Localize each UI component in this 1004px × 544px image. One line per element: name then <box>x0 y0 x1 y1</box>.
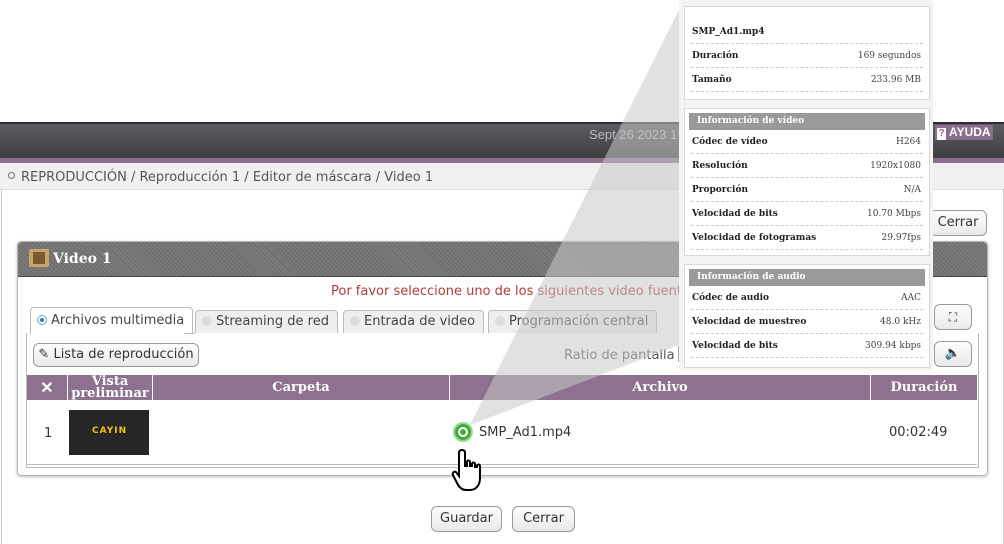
info-key: Tamaño <box>692 75 732 85</box>
info-key: Velocidad de bits <box>692 209 778 219</box>
close-x-icon: ✕ <box>40 378 54 397</box>
file-table-header: ✕ Vista preliminar Carpeta Archivo Durac… <box>27 375 977 401</box>
tab-radio-icon <box>495 316 505 326</box>
info-row: Velocidad de bits 309.94 kbps <box>691 334 923 358</box>
info-row: Resolución 1920x1080 <box>691 154 923 178</box>
file-name-row: SMP_Ad1.mp4 <box>691 7 923 44</box>
info-key: Velocidad de fotogramas <box>692 233 817 243</box>
row-file: SMP_Ad1.mp4 <box>479 425 572 440</box>
column-file: Archivo <box>450 375 871 400</box>
info-row: Proporción N/A <box>691 178 923 202</box>
info-row: Velocidad de fotogramas 29.97fps <box>691 226 923 250</box>
info-key: Códec de audio <box>692 293 770 303</box>
column-folder: Carpeta <box>153 375 450 400</box>
info-row: Duración 169 segundos <box>691 44 923 68</box>
film-icon <box>29 249 49 267</box>
selection-notice: Por favor seleccione uno de los siguient… <box>331 284 701 299</box>
file-info-popup: SMP_Ad1.mp4 Duración 169 segundos Tamaño 2… <box>679 0 933 370</box>
info-row: Códec de audio AAC <box>691 286 923 310</box>
playlist-button[interactable]: ✎ Lista de reproducción <box>33 343 199 367</box>
tab-label: Archivos multimedia <box>51 313 185 328</box>
info-value: 169 segundos <box>857 51 921 61</box>
info-key: Códec de vídeo <box>692 137 768 147</box>
thumbnail-logo: CAYIN <box>92 426 128 436</box>
playlist-label: Lista de reproducción <box>53 347 194 362</box>
table-row[interactable]: 1 SMP_Ad1.mp4 00:02:49 <box>27 400 977 464</box>
selected-status-icon[interactable] <box>453 422 473 442</box>
row-duration: 00:02:49 <box>889 425 948 440</box>
info-row: Códec de vídeo H264 <box>691 130 923 154</box>
file-general-card: SMP_Ad1.mp4 Duración 169 segundos Tamaño 2… <box>684 6 930 100</box>
row-index: 1 <box>44 426 53 441</box>
column-duration: Duración <box>890 380 958 395</box>
tab-radio-icon <box>37 315 47 325</box>
info-row: Velocidad de muestreo 48.0 kHz <box>691 310 923 334</box>
info-value: N/A <box>903 185 921 195</box>
tab-archivos-multimedia[interactable]: Archivos multimedia <box>30 307 194 334</box>
info-value: 10.70 Mbps <box>867 209 921 219</box>
row-divider <box>27 464 977 465</box>
help-label: AYUDA <box>949 125 991 139</box>
info-key: Velocidad de bits <box>692 341 778 351</box>
breadcrumb-bullet-icon <box>8 172 15 179</box>
video-thumbnail[interactable]: CAYIN <box>69 410 149 455</box>
panel-title: Video 1 <box>53 251 112 267</box>
info-value: AAC <box>901 293 921 303</box>
info-value: 233.96 MB <box>870 75 921 85</box>
cancel-button[interactable]: Cerrar <box>512 506 575 532</box>
speaker-icon: 🔈 <box>944 346 962 361</box>
help-button[interactable]: ? AYUDA <box>935 125 993 140</box>
info-value: 48.0 kHz <box>880 317 921 327</box>
column-preview: Vista preliminar <box>68 375 153 401</box>
info-key: Duración <box>692 51 739 61</box>
info-key: Resolución <box>692 161 748 171</box>
audio-info-card: Información de audio Códec de audio AAC V… <box>684 264 930 368</box>
audio-info-header: Información de audio <box>689 269 925 286</box>
date-display: Sept 26 2023 1 <box>589 127 678 142</box>
info-row: Velocidad de bits 10.70 Mbps <box>691 202 923 226</box>
info-key: Velocidad de muestreo <box>692 317 807 327</box>
tab-radio-icon <box>350 316 360 326</box>
volume-button[interactable]: 🔈 <box>934 341 972 367</box>
info-key: Proporción <box>692 185 748 195</box>
fullscreen-button[interactable]: ⛶ <box>934 304 972 330</box>
info-row: Tamaño 233.96 MB <box>691 68 923 92</box>
file-name: SMP_Ad1.mp4 <box>692 27 765 37</box>
tab-label: Programación central <box>509 314 649 329</box>
info-value: 309.94 kbps <box>865 341 921 351</box>
tab-divider <box>184 333 195 334</box>
info-value: 29.97fps <box>881 233 921 243</box>
fullscreen-icon: ⛶ <box>948 310 958 324</box>
aspect-ratio-label: Ratio de pantalla <box>564 348 675 363</box>
select-all-column[interactable]: ✕ <box>27 375 68 400</box>
info-value: H264 <box>895 137 921 147</box>
help-icon: ? <box>937 128 946 140</box>
breadcrumb-text: REPRODUCCIÓN / Reproducción 1 / Editor d… <box>21 170 434 185</box>
video-info-header: Información de vídeo <box>689 113 925 130</box>
video-info-card: Información de vídeo Códec de vídeo H264 … <box>684 108 930 256</box>
tab-streaming-de-red[interactable]: Streaming de red <box>195 310 338 333</box>
top-close-button[interactable]: Cerrar <box>929 210 987 236</box>
tab-label: Streaming de red <box>216 314 329 329</box>
breadcrumb: REPRODUCCIÓN / Reproducción 1 / Editor d… <box>8 170 433 185</box>
pencil-icon: ✎ <box>38 347 50 362</box>
info-value: 1920x1080 <box>870 161 921 171</box>
tab-programacion-central[interactable]: Programación central <box>488 310 658 333</box>
tab-radio-icon <box>202 316 212 326</box>
tab-label: Entrada de video <box>364 314 476 329</box>
tab-entrada-de-video[interactable]: Entrada de video <box>343 310 485 333</box>
save-button[interactable]: Guardar <box>431 506 502 532</box>
hand-cursor-icon <box>451 448 481 491</box>
